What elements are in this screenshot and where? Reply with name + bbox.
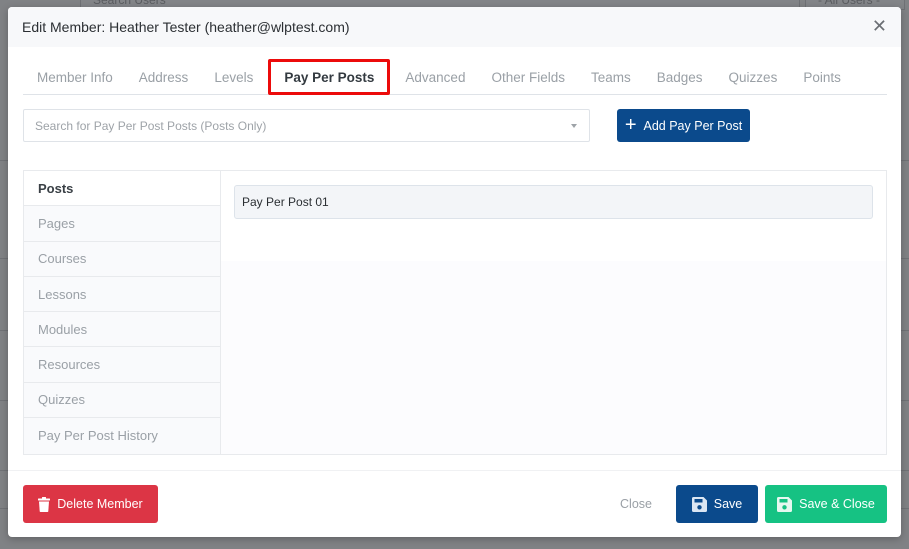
plus-icon: + xyxy=(624,113,637,136)
tab-levels[interactable]: Levels xyxy=(201,60,266,95)
caret-down-icon xyxy=(571,124,577,128)
list-item[interactable]: Pay Per Post 01 xyxy=(234,185,873,219)
modal-title: Edit Member: Heather Tester (heather@wlp… xyxy=(22,19,350,35)
save-label: Save xyxy=(713,497,743,511)
pay-per-post-search-select[interactable]: Search for Pay Per Post Posts (Posts Onl… xyxy=(23,109,590,142)
footer-divider xyxy=(8,470,901,471)
tab-badges[interactable]: Badges xyxy=(644,60,716,95)
edit-member-modal: Edit Member: Heather Tester (heather@wlp… xyxy=(8,7,901,537)
close-button[interactable]: Close xyxy=(611,485,661,523)
close-icon[interactable]: ✕ xyxy=(872,18,887,36)
delete-member-label: Delete Member xyxy=(57,497,143,511)
pay-per-post-panel: Posts Pages Courses Lessons Modules Reso… xyxy=(23,170,887,455)
modal-header: Edit Member: Heather Tester (heather@wlp… xyxy=(8,7,901,47)
save-and-close-label: Save & Close xyxy=(799,497,875,511)
nav-item-lessons[interactable]: Lessons xyxy=(24,276,220,313)
nav-item-resources[interactable]: Resources xyxy=(24,347,220,383)
add-pay-per-post-label: Add Pay Per Post xyxy=(643,118,743,133)
tab-other-fields[interactable]: Other Fields xyxy=(478,60,578,95)
tab-points[interactable]: Points xyxy=(790,60,854,95)
floppy-disk-icon xyxy=(777,496,793,512)
tab-address[interactable]: Address xyxy=(126,60,202,95)
tab-bar: Member Info Address Levels Pay Per Posts… xyxy=(23,59,887,95)
add-pay-per-post-button[interactable]: + Add Pay Per Post xyxy=(617,109,750,142)
delete-member-button[interactable]: Delete Member xyxy=(23,485,158,523)
save-and-close-button[interactable]: Save & Close xyxy=(765,485,887,523)
trash-icon xyxy=(38,496,51,512)
save-button[interactable]: Save xyxy=(676,485,758,523)
tab-quizzes[interactable]: Quizzes xyxy=(716,60,791,95)
content-type-nav: Posts Pages Courses Lessons Modules Reso… xyxy=(24,171,221,454)
tab-teams[interactable]: Teams xyxy=(578,60,644,95)
posts-list: Pay Per Post 01 xyxy=(221,171,886,454)
tab-pay-per-posts[interactable]: Pay Per Posts xyxy=(268,59,391,95)
nav-item-courses[interactable]: Courses xyxy=(24,241,220,277)
nav-item-quizzes[interactable]: Quizzes xyxy=(24,382,220,419)
tab-advanced[interactable]: Advanced xyxy=(392,60,478,95)
nav-item-pages[interactable]: Pages xyxy=(24,206,220,242)
nav-item-pay-per-post-history[interactable]: Pay Per Post History xyxy=(24,418,220,454)
nav-item-modules[interactable]: Modules xyxy=(24,312,220,348)
search-placeholder: Search for Pay Per Post Posts (Posts Onl… xyxy=(35,118,267,133)
tab-member-info[interactable]: Member Info xyxy=(23,60,126,95)
nav-item-posts[interactable]: Posts xyxy=(24,171,220,207)
floppy-disk-icon xyxy=(691,496,707,512)
